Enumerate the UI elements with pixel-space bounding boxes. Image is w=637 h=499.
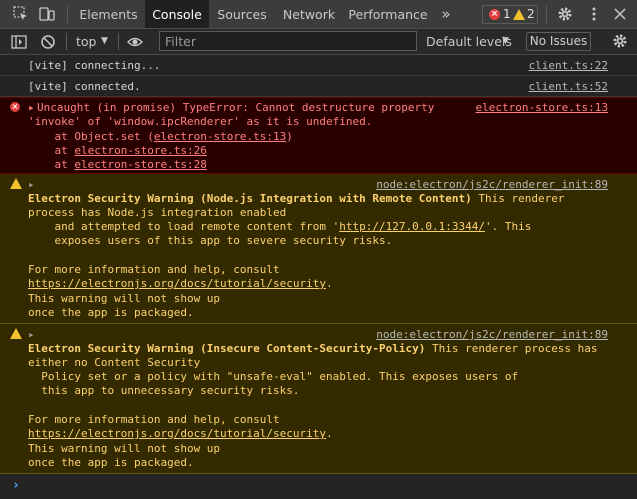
- settings-gear-icon[interactable]: [557, 6, 573, 22]
- stack-prefix: at: [28, 144, 75, 157]
- source-link[interactable]: node:electron/js2c/renderer_init:89: [376, 178, 608, 192]
- expand-triangle-icon[interactable]: ▸: [28, 178, 35, 192]
- warning-line: either no Content Security: [28, 356, 201, 369]
- stack-prefix: at Object.set (: [28, 130, 154, 143]
- console-settings-gear-icon[interactable]: [612, 33, 628, 49]
- devtools-tabbar: Elements Console Sources Network Perform…: [0, 0, 637, 29]
- clear-console-icon[interactable]: [40, 34, 56, 50]
- source-link[interactable]: client.ts:52: [529, 80, 608, 94]
- warning-line: https://electronjs.org/docs/tutorial/sec…: [28, 427, 333, 441]
- toolbar-divider: [546, 6, 547, 23]
- inspect-element-icon[interactable]: [13, 6, 29, 22]
- stack-link[interactable]: electron-store.ts:28: [74, 158, 206, 171]
- source-link[interactable]: electron-store.ts:13: [476, 101, 608, 115]
- warning-title-rest: This renderer: [471, 192, 565, 205]
- docs-link[interactable]: https://electronjs.org/docs/tutorial/sec…: [28, 277, 326, 290]
- stack-prefix: at: [28, 158, 75, 171]
- toolbar-divider: [67, 6, 68, 23]
- context-selector[interactable]: top: [76, 34, 96, 49]
- log-message: [vite] connecting... client.ts:22: [0, 55, 637, 76]
- context-dropdown-icon[interactable]: ▼: [101, 36, 108, 46]
- warning-count: 2: [527, 7, 535, 21]
- tab-console[interactable]: Console: [145, 0, 209, 28]
- device-toolbar-icon[interactable]: [39, 6, 55, 22]
- warning-text: .: [326, 277, 333, 290]
- warning-line: once the app is packaged.: [28, 456, 194, 469]
- stack-frame: at Object.set (electron-store.ts:13): [28, 130, 293, 144]
- error-count: 1: [503, 7, 511, 21]
- warning-line: https://electronjs.org/docs/tutorial/sec…: [28, 277, 333, 291]
- tab-sources[interactable]: Sources: [211, 0, 273, 28]
- close-devtools-icon[interactable]: [612, 6, 628, 22]
- warning-line: exposes users of this app to severe secu…: [28, 234, 393, 247]
- source-link[interactable]: node:electron/js2c/renderer_init:89: [376, 328, 608, 342]
- warning-line: For more information and help, consult: [28, 413, 280, 426]
- warning-count-icon: [513, 9, 525, 20]
- error-icon: ×: [10, 102, 20, 112]
- log-message: [vite] connected. client.ts:52: [0, 76, 637, 97]
- expand-triangle-icon[interactable]: ▸: [28, 101, 35, 115]
- warning-text: and attempted to load remote content fro…: [28, 220, 340, 233]
- warning-text: .: [326, 427, 333, 440]
- warning-line: once the app is packaged.: [28, 306, 194, 319]
- warning-title: Electron Security Warning (Node.js Integ…: [28, 192, 472, 205]
- stack-suffix: ): [286, 130, 293, 143]
- toolbar-divider: [66, 33, 67, 50]
- warning-line: This warning will not show up: [28, 292, 221, 305]
- warning-line: this app to unnecessary security risks.: [28, 384, 300, 397]
- more-options-icon[interactable]: [586, 6, 602, 22]
- warning-line: Policy set or a policy with "unsafe-eval…: [28, 370, 519, 383]
- tab-network[interactable]: Network: [275, 0, 343, 28]
- warning-title-line: Electron Security Warning (Node.js Integ…: [28, 192, 564, 206]
- warning-text: '. This: [484, 220, 532, 233]
- warning-title: Electron Security Warning (Insecure Cont…: [28, 342, 426, 355]
- error-line-2: 'invoke' of 'window.ipcRenderer' as it i…: [28, 115, 373, 128]
- more-tabs-icon[interactable]: »: [436, 0, 456, 28]
- levels-dropdown-icon[interactable]: ▼: [502, 36, 509, 46]
- stack-frame: at electron-store.ts:28: [28, 158, 206, 172]
- warning-icon: [10, 328, 22, 339]
- stack-frame: at electron-store.ts:26: [28, 144, 206, 158]
- warning-message: ▸ node:electron/js2c/renderer_init:89 El…: [0, 324, 637, 474]
- toolbar-divider: [118, 33, 119, 50]
- warning-line: For more information and help, consult: [28, 263, 280, 276]
- live-expression-eye-icon[interactable]: [127, 34, 143, 50]
- error-line-1: Uncaught (in promise) TypeError: Cannot …: [37, 101, 435, 114]
- tab-elements[interactable]: Elements: [74, 0, 143, 28]
- log-text: [vite] connecting...: [28, 59, 161, 72]
- log-levels-dropdown[interactable]: Default levels: [426, 34, 512, 49]
- warning-line: and attempted to load remote content fro…: [28, 220, 531, 234]
- warning-line: This warning will not show up: [28, 442, 221, 455]
- log-text: [vite] connected.: [28, 80, 141, 93]
- warning-title-rest: This renderer process has: [425, 342, 598, 355]
- warning-icon: [10, 178, 22, 189]
- warning-message: ▸ node:electron/js2c/renderer_init:89 El…: [0, 174, 637, 324]
- error-count-icon: ×: [489, 9, 500, 20]
- warning-line: process has Node.js integration enabled: [28, 206, 287, 219]
- console-toolbar: top ▼ Default levels ▼ No Issues: [0, 29, 637, 55]
- stack-link[interactable]: electron-store.ts:26: [74, 144, 206, 157]
- expand-triangle-icon[interactable]: ▸: [28, 328, 35, 342]
- filter-input[interactable]: [159, 31, 417, 51]
- show-sidebar-icon[interactable]: [11, 34, 27, 50]
- error-message: × ▸ Uncaught (in promise) TypeError: Can…: [0, 97, 637, 174]
- remote-url-link[interactable]: http://127.0.0.1:3344/: [339, 220, 485, 233]
- tab-performance[interactable]: Performance: [345, 0, 431, 28]
- docs-link[interactable]: https://electronjs.org/docs/tutorial/sec…: [28, 427, 326, 440]
- console-prompt-caret-icon[interactable]: ›: [12, 478, 20, 493]
- console-output: [vite] connecting... client.ts:22 [vite]…: [0, 55, 637, 499]
- warning-title-line: Electron Security Warning (Insecure Cont…: [28, 342, 598, 356]
- console-input[interactable]: [28, 475, 628, 495]
- stack-link[interactable]: electron-store.ts:13: [154, 130, 286, 143]
- source-link[interactable]: client.ts:22: [529, 59, 608, 73]
- issue-counts-button[interactable]: × 1 2: [482, 5, 538, 24]
- issues-button[interactable]: No Issues: [526, 32, 591, 51]
